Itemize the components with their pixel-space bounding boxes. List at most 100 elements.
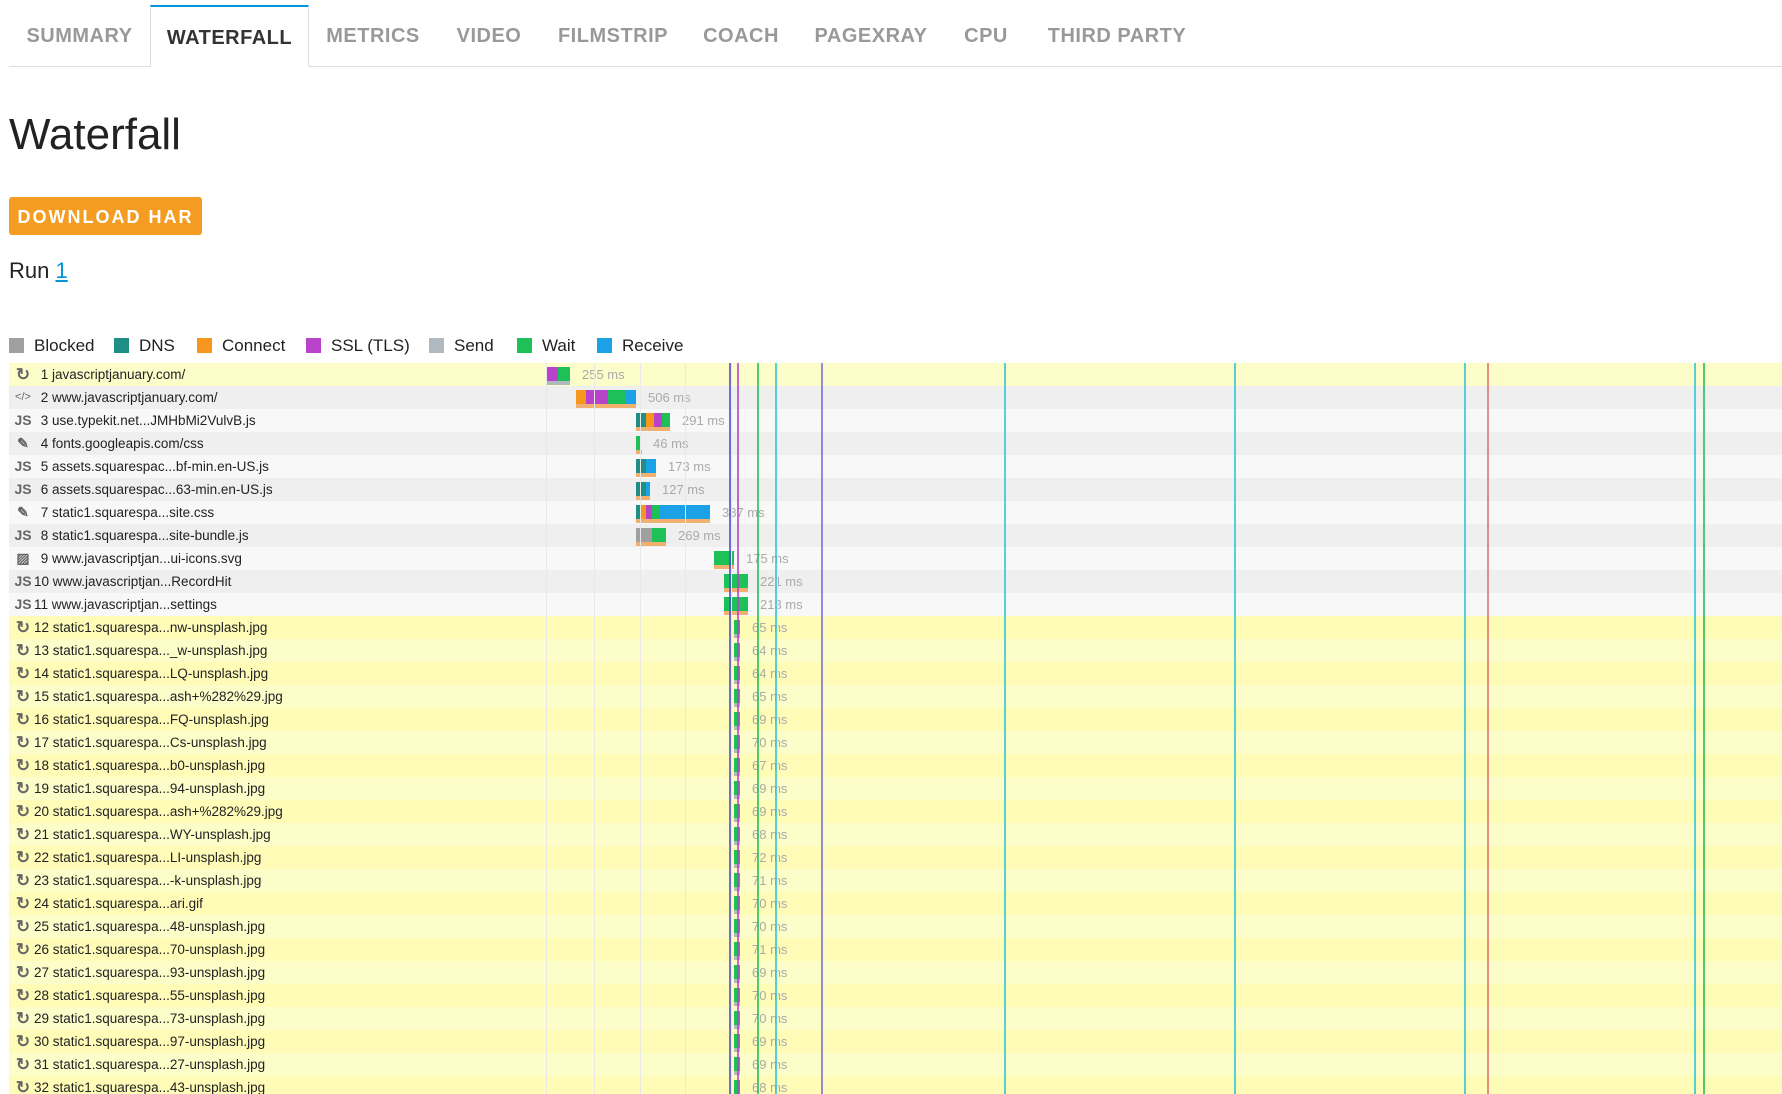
grid-line	[640, 363, 641, 1094]
request-label[interactable]: 3 use.typekit.net...JMHbMi2VulvB.js	[34, 409, 256, 432]
duration-label: 213 ms	[760, 597, 803, 612]
table-row[interactable]: ↻ 16 static1.squarespa...FQ-unsplash.jpg 6…	[9, 708, 1782, 731]
table-row[interactable]: JS 6 assets.squarespac...63-min.en-US.js…	[9, 478, 1782, 501]
table-row[interactable]: ▨ 9 www.javascriptjan...ui-icons.svg 175 …	[9, 547, 1782, 570]
request-label[interactable]: 25 static1.squarespa...48-unsplash.jpg	[34, 915, 265, 938]
request-label[interactable]: 28 static1.squarespa...55-unsplash.jpg	[34, 984, 265, 1007]
table-row[interactable]: ↻ 13 static1.squarespa..._w-unsplash.jpg 6…	[9, 639, 1782, 662]
request-label[interactable]: 17 static1.squarespa...Cs-unsplash.jpg	[34, 731, 267, 754]
table-row[interactable]: ↻ 17 static1.squarespa...Cs-unsplash.jpg 7…	[9, 731, 1782, 754]
request-label[interactable]: 19 static1.squarespa...94-unsplash.jpg	[34, 777, 265, 800]
request-label[interactable]: 22 static1.squarespa...LI-unsplash.jpg	[34, 846, 261, 869]
table-row[interactable]: ↻ 20 static1.squarespa...ash+%282%29.jpg 6…	[9, 800, 1782, 823]
table-row[interactable]: ↻ 25 static1.squarespa...48-unsplash.jpg 7…	[9, 915, 1782, 938]
redirect-icon: ↻	[15, 618, 31, 637]
tab-pagexray[interactable]: PAGEXRAY	[797, 5, 945, 65]
table-row[interactable]: JS 11 www.javascriptjan...settings 213 ms	[9, 593, 1782, 616]
request-label[interactable]: 23 static1.squarespa...-k-unsplash.jpg	[34, 869, 261, 892]
request-label[interactable]: 12 static1.squarespa...nw-unsplash.jpg	[34, 616, 267, 639]
tab-coach[interactable]: COACH	[685, 5, 797, 65]
tab-metrics[interactable]: METRICS	[309, 5, 437, 65]
request-label[interactable]: 20 static1.squarespa...ash+%282%29.jpg	[34, 800, 283, 823]
table-row[interactable]: </> 2 www.javascriptjanuary.com/506 ms	[9, 386, 1782, 409]
request-label[interactable]: 4 fonts.googleapis.com/css	[34, 432, 204, 455]
marker-dom-interactive	[729, 363, 731, 1094]
table-row[interactable]: ↻ 14 static1.squarespa...LQ-unsplash.jpg 6…	[9, 662, 1782, 685]
request-label[interactable]: 30 static1.squarespa...97-unsplash.jpg	[34, 1030, 265, 1053]
redirect-icon: ↻	[15, 802, 31, 821]
timing-bar-wait	[724, 597, 748, 611]
timing-bar-wait	[652, 528, 666, 542]
table-row[interactable]: JS 8 static1.squarespa...site-bundle.js 2…	[9, 524, 1782, 547]
tab-cpu[interactable]: CPU	[945, 5, 1027, 65]
table-row[interactable]: ✎ 7 static1.squarespa...site.css 387 ms	[9, 501, 1782, 524]
request-label[interactable]: 9 www.javascriptjan...ui-icons.svg	[34, 547, 242, 570]
redirect-icon: ↻	[15, 641, 31, 660]
table-row[interactable]: ↻ 27 static1.squarespa...93-unsplash.jpg 6…	[9, 961, 1782, 984]
request-label[interactable]: 1 javascriptjanuary.com/	[34, 363, 186, 386]
request-label[interactable]: 7 static1.squarespa...site.css	[34, 501, 214, 524]
run-link-1[interactable]: 1	[55, 258, 67, 283]
tab-filmstrip[interactable]: FILMSTRIP	[541, 5, 685, 65]
request-label[interactable]: 13 static1.squarespa..._w-unsplash.jpg	[34, 639, 267, 662]
redirect-icon: ↻	[15, 1009, 31, 1028]
tab-third-party[interactable]: THIRD PARTY	[1027, 5, 1207, 65]
table-row[interactable]: ↻ 30 static1.squarespa...97-unsplash.jpg 6…	[9, 1030, 1782, 1053]
request-label[interactable]: 27 static1.squarespa...93-unsplash.jpg	[34, 961, 265, 984]
table-row[interactable]: ↻ 12 static1.squarespa...nw-unsplash.jpg 6…	[9, 616, 1782, 639]
table-row[interactable]: JS 10 www.javascriptjan...RecordHit 221 ms	[9, 570, 1782, 593]
redirect-icon: ↻	[15, 871, 31, 890]
tab-summary[interactable]: SUMMARY	[9, 5, 150, 65]
table-row[interactable]: ↻ 1 javascriptjanuary.com/255 ms	[9, 363, 1782, 386]
request-label[interactable]: 11 www.javascriptjan...settings	[34, 593, 217, 616]
table-row[interactable]: ↻ 21 static1.squarespa...WY-unsplash.jpg 6…	[9, 823, 1782, 846]
request-label[interactable]: 10 www.javascriptjan...RecordHit	[34, 570, 231, 593]
table-row[interactable]: ↻ 22 static1.squarespa...LI-unsplash.jpg 7…	[9, 846, 1782, 869]
request-label[interactable]: 29 static1.squarespa...73-unsplash.jpg	[34, 1007, 265, 1030]
request-label[interactable]: 15 static1.squarespa...ash+%282%29.jpg	[34, 685, 283, 708]
table-row[interactable]: ↻ 15 static1.squarespa...ash+%282%29.jpg 6…	[9, 685, 1782, 708]
table-row[interactable]: ↻ 23 static1.squarespa...-k-unsplash.jpg 7…	[9, 869, 1782, 892]
grid-line	[731, 363, 732, 1094]
table-row[interactable]: ↻ 29 static1.squarespa...73-unsplash.jpg 7…	[9, 1007, 1782, 1030]
table-row[interactable]: JS 3 use.typekit.net...JMHbMi2VulvB.js 29…	[9, 409, 1782, 432]
tab-video[interactable]: VIDEO	[437, 5, 541, 65]
table-row[interactable]: ↻ 26 static1.squarespa...70-unsplash.jpg 7…	[9, 938, 1782, 961]
request-label[interactable]: 18 static1.squarespa...b0-unsplash.jpg	[34, 754, 265, 777]
redirect-icon: ↻	[15, 894, 31, 913]
tab-waterfall[interactable]: WATERFALL	[150, 5, 309, 67]
request-label[interactable]: 6 assets.squarespac...63-min.en-US.js	[34, 478, 273, 501]
table-row[interactable]: JS 5 assets.squarespac...bf-min.en-US.js…	[9, 455, 1782, 478]
redirect-icon: ↻	[15, 825, 31, 844]
marker-load	[1464, 363, 1466, 1094]
js-icon: JS	[14, 596, 32, 612]
table-row[interactable]: ✎ 4 fonts.googleapis.com/css 46 ms	[9, 432, 1782, 455]
request-label[interactable]: 8 static1.squarespa...site-bundle.js	[34, 524, 249, 547]
table-row[interactable]: ↻ 18 static1.squarespa...b0-unsplash.jpg 6…	[9, 754, 1782, 777]
request-label[interactable]: 32 static1.squarespa...43-unsplash.jpg	[34, 1076, 265, 1094]
legend-swatch	[306, 338, 321, 353]
request-label[interactable]: 5 assets.squarespac...bf-min.en-US.js	[34, 455, 269, 478]
timing-bar-total	[636, 473, 656, 477]
table-row[interactable]: ↻ 28 static1.squarespa...55-unsplash.jpg 7…	[9, 984, 1782, 1007]
legend-swatch	[429, 338, 444, 353]
download-har-button[interactable]: DOWNLOAD HAR	[9, 197, 202, 235]
request-label[interactable]: 16 static1.squarespa...FQ-unsplash.jpg	[34, 708, 269, 731]
redirect-icon: ↻	[15, 664, 31, 683]
legend-label: SSL (TLS)	[331, 336, 410, 355]
request-label[interactable]: 2 www.javascriptjanuary.com/	[34, 386, 218, 409]
timing-bar-wait	[724, 574, 748, 588]
table-row[interactable]: ↻ 19 static1.squarespa...94-unsplash.jpg 6…	[9, 777, 1782, 800]
request-label[interactable]: 26 static1.squarespa...70-unsplash.jpg	[34, 938, 265, 961]
table-row[interactable]: ↻ 31 static1.squarespa...27-unsplash.jpg 6…	[9, 1053, 1782, 1076]
request-label[interactable]: 24 static1.squarespa...ari.gif	[34, 892, 203, 915]
duration-label: 173 ms	[668, 459, 711, 474]
table-row[interactable]: ↻ 24 static1.squarespa...ari.gif 70 ms	[9, 892, 1782, 915]
request-label[interactable]: 14 static1.squarespa...LQ-unsplash.jpg	[34, 662, 268, 685]
page-title: Waterfall	[9, 110, 181, 159]
table-row[interactable]: ↻ 32 static1.squarespa...43-unsplash.jpg 6…	[9, 1076, 1782, 1094]
request-label[interactable]: 21 static1.squarespa...WY-unsplash.jpg	[34, 823, 271, 846]
legend-label: Wait	[542, 336, 576, 355]
request-label[interactable]: 31 static1.squarespa...27-unsplash.jpg	[34, 1053, 265, 1076]
redirect-icon: ↻	[15, 986, 31, 1005]
